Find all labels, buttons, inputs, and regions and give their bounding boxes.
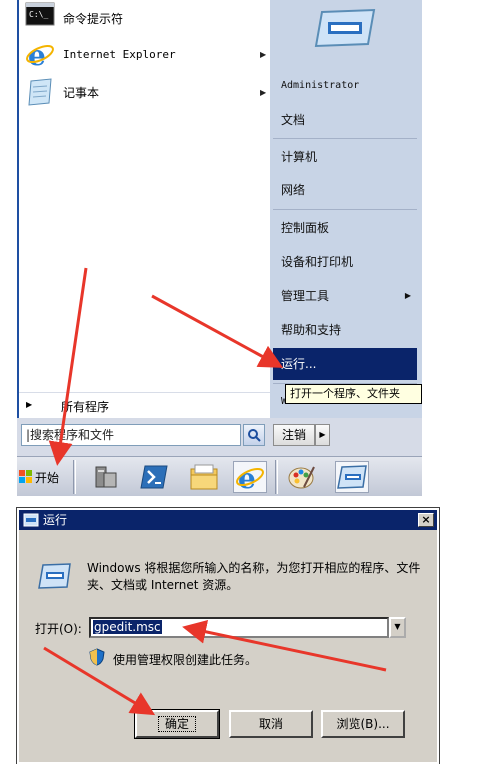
ok-label: 确定 [157,716,196,732]
run-dialog: 运行 × Windows 将根据您所输入的名称，为您打开相应的程序、文件夹、文档… [16,507,440,764]
open-input[interactable]: gpedit.msc [89,617,389,638]
run-window-icon [337,465,367,489]
paint-icon [288,466,315,489]
taskbar-explorer[interactable] [187,461,221,493]
search-icon [248,429,261,442]
start-item-internet-explorer[interactable]: e Internet Explorer ▶ [19,36,270,72]
browse-button[interactable]: 浏览(B)... [321,710,405,738]
dropdown-arrow-icon[interactable]: ▼ [389,617,406,638]
start-link-control-panel[interactable]: 控制面板 [273,212,417,244]
expand-arrow-icon: ▶ [26,400,33,409]
run-window-icon [23,513,39,527]
svg-text:C:\_: C:\_ [29,10,48,19]
start-button[interactable]: 开始 [17,461,69,493]
open-label: 打开(O): [35,622,82,636]
start-item-label: 命令提示符 [63,11,124,26]
start-menu-right-pane: Administrator 文档 计算机 网络 控制面板 设备和打印机 管理工具… [270,0,422,418]
notepad-icon [28,78,52,106]
taskbar: 开始 e [17,456,422,496]
run-window-icon [38,563,71,589]
uac-shield-icon [89,648,105,666]
menu-divider [273,138,417,139]
powershell-icon [140,465,168,489]
menu-divider [273,209,417,210]
open-input-value: gpedit.msc [93,620,162,634]
submenu-arrow-icon: ▶ [404,291,411,300]
submenu-arrow-icon: ▶ [260,49,267,59]
submenu-arrow-icon: ▶ [260,87,267,97]
run-description: Windows 将根据您所输入的名称，为您打开相应的程序、文件夹、文档或 Int… [87,561,421,592]
ok-button[interactable]: 确定 [134,709,220,739]
all-programs-button[interactable]: ▶ 所有程序 [19,392,270,418]
cancel-button[interactable]: 取消 [229,710,313,738]
start-link-computer[interactable]: 计算机 [273,141,417,173]
run-dialog-title: 运行 [43,513,68,527]
start-link-run[interactable]: 运行... [273,348,417,380]
start-item-notepad[interactable]: 记事本 ▶ [19,74,270,110]
taskbar-server-manager[interactable] [89,461,123,493]
start-item-label: Internet Explorer [63,47,176,61]
run-dialog-titlebar[interactable]: 运行 × [19,510,437,530]
start-menu-bottom-bar: |搜索程序和文件 注销 ▶ [17,418,422,456]
taskbar-run-window[interactable] [335,461,369,493]
taskbar-separator [73,460,76,494]
close-icon[interactable]: × [418,513,434,527]
logoff-button[interactable]: 注销 [273,424,315,446]
start-link-network[interactable]: 网络 [273,174,417,206]
ie-icon: e [26,39,54,69]
start-menu-left-pane: C:\_ 命令提示符 e Internet Explorer ▶ 记事本 ▶ [19,0,270,453]
cmd-icon: C:\_ [25,2,55,26]
taskbar-separator [275,460,278,494]
windows-logo-icon [19,470,32,483]
start-menu-screenshot: C:\_ 命令提示符 e Internet Explorer ▶ 记事本 ▶ ▶… [17,0,422,496]
explorer-icon [190,464,218,490]
start-link-devices-printers[interactable]: 设备和打印机 [273,246,417,278]
search-placeholder: 搜索程序和文件 [30,428,115,442]
taskbar-paint[interactable] [285,461,319,493]
taskbar-internet-explorer[interactable]: e [233,461,267,493]
start-label: 开始 [35,470,60,485]
taskbar-powershell[interactable] [137,461,171,493]
start-link-admin-tools[interactable]: 管理工具 ▶ [273,280,417,312]
all-programs-label: 所有程序 [61,400,110,414]
server-manager-icon [95,466,117,488]
shutdown-options-arrow-icon[interactable]: ▶ [315,424,330,446]
start-link-documents[interactable]: 文档 [273,104,417,136]
admin-tools-label: 管理工具 [281,289,330,303]
search-button[interactable] [243,424,265,446]
start-link-help[interactable]: 帮助和支持 [273,314,417,346]
run-tooltip: 打开一个程序、文件夹 [285,384,422,404]
run-window-icon [314,8,376,48]
search-input[interactable]: |搜索程序和文件 [21,424,241,446]
start-item-label: 记事本 [63,85,100,100]
start-link-administrator[interactable]: Administrator [273,70,417,102]
ie-icon: e [236,462,264,492]
start-item-cmd[interactable]: C:\_ 命令提示符 [19,0,270,36]
uac-text: 使用管理权限创建此任务。 [113,653,258,667]
